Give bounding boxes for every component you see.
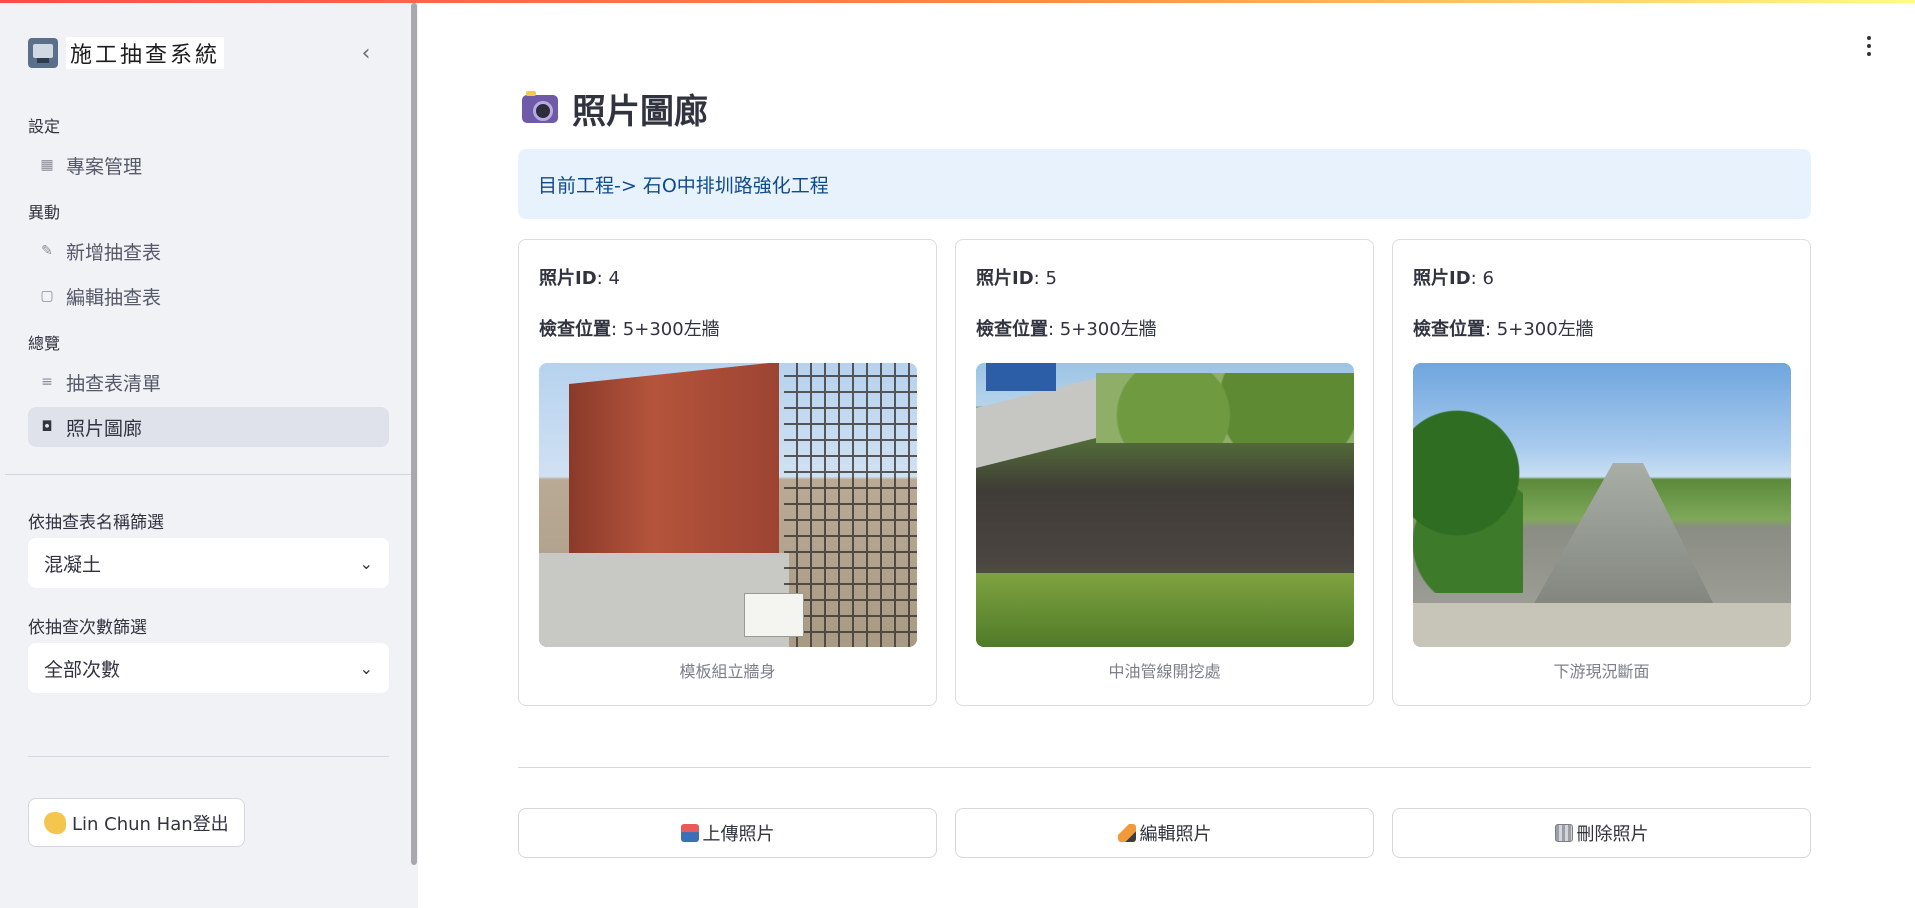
- app-title: 施工抽查系統: [66, 37, 225, 69]
- photo-id-value: 5: [1045, 268, 1057, 289]
- filter-name-label: 依抽查表名稱篩選: [28, 513, 164, 533]
- location-value: 5+300左牆: [1059, 319, 1157, 340]
- inbox-tray-icon: [680, 824, 699, 842]
- delete-photo-label: 刪除照片: [1576, 824, 1649, 845]
- chevron-down-icon: ⌄: [359, 658, 373, 678]
- edit-photo-button[interactable]: 編輯照片: [955, 808, 1374, 858]
- photo-id-label: 照片ID: [539, 268, 597, 289]
- photo-id-label: 照片ID: [976, 268, 1034, 289]
- pencil-icon: ✎: [41, 243, 53, 259]
- photo-caption: 中油管線開挖處: [1108, 662, 1221, 681]
- list-icon: ≡: [41, 374, 53, 390]
- upload-photo-label: 上傳照片: [702, 824, 775, 845]
- location-value: 5+300左牆: [622, 319, 720, 340]
- filter-name-select[interactable]: 混凝土 ⌄: [28, 538, 389, 588]
- sidebar-scrollbar[interactable]: [411, 3, 417, 865]
- sidebar-item-edit-checklist[interactable]: ▢ 編輯抽查表: [28, 276, 389, 316]
- building-icon: ▦: [40, 157, 54, 173]
- delete-photo-button[interactable]: 刪除照片: [1392, 808, 1811, 858]
- photo-id-label: 照片ID: [1413, 268, 1471, 289]
- sidebar-divider-bottom: [28, 756, 389, 757]
- sidebar-divider: [5, 474, 411, 475]
- photo-id-value: 4: [608, 268, 620, 289]
- photo-card: 照片ID: 4 檢查位置: 5+300左牆 模板組立牆身: [518, 239, 937, 706]
- chevron-down-icon: ⌄: [359, 553, 373, 573]
- photo-id-line: 照片ID: 4: [539, 268, 620, 289]
- photo-id-line: 照片ID: 6: [1413, 268, 1494, 289]
- section-overview: 總覽: [28, 334, 61, 353]
- pencil-icon: [1117, 824, 1136, 842]
- image-icon: ◘: [41, 419, 53, 435]
- photo-image[interactable]: [976, 363, 1354, 647]
- photo-id-value: 6: [1482, 268, 1494, 289]
- location-value: 5+300左牆: [1496, 319, 1594, 340]
- sidebar-item-checklist-list[interactable]: ≡ 抽查表清單: [28, 362, 389, 402]
- photo-card: 照片ID: 5 檢查位置: 5+300左牆 中油管線開挖處: [955, 239, 1374, 706]
- sidebar-item-add-checklist[interactable]: ✎ 新增抽查表: [28, 231, 389, 271]
- camera-icon: [522, 90, 558, 123]
- location-label: 檢查位置: [976, 319, 1048, 340]
- filter-name-value: 混凝土: [44, 553, 102, 576]
- photo-caption: 模板組立牆身: [679, 662, 776, 681]
- photo-location-line: 檢查位置: 5+300左牆: [1413, 319, 1594, 340]
- logout-label: Lin Chun Han登出: [72, 813, 229, 835]
- photo-id-line: 照片ID: 5: [976, 268, 1057, 289]
- app-header: 施工抽查系統: [28, 35, 225, 71]
- more-menu-icon[interactable]: [1864, 36, 1874, 56]
- sidebar-item-label: 編輯抽查表: [66, 286, 162, 309]
- sidebar-item-photo-gallery[interactable]: ◘ 照片圖廊: [28, 407, 389, 447]
- sidebar-item-label: 照片圖廊: [66, 417, 143, 440]
- file-edit-icon: ▢: [40, 288, 54, 304]
- photo-card: 照片ID: 6 檢查位置: 5+300左牆 下游現況斷面: [1392, 239, 1811, 706]
- current-project-info: 目前工程-> 石O中排圳路強化工程: [518, 149, 1811, 219]
- photo-image[interactable]: [539, 363, 917, 647]
- photo-image[interactable]: [1413, 363, 1791, 647]
- location-label: 檢查位置: [539, 319, 611, 340]
- sidebar-item-label: 專案管理: [66, 155, 143, 178]
- sidebar: 施工抽查系統 ‹ 設定 ▦ 專案管理 異動 ✎ 新增抽查表 ▢ 編輯抽查表 總覽…: [0, 3, 418, 908]
- section-settings: 設定: [28, 117, 61, 136]
- photo-location-line: 檢查位置: 5+300左牆: [539, 319, 720, 340]
- sidebar-item-label: 抽查表清單: [66, 372, 162, 395]
- filter-count-select[interactable]: 全部次數 ⌄: [28, 643, 389, 693]
- wastebasket-icon: [1554, 824, 1573, 842]
- waving-hand-icon: [44, 811, 66, 834]
- content-divider: [518, 767, 1811, 768]
- location-label: 檢查位置: [1413, 319, 1485, 340]
- filter-count-value: 全部次數: [44, 658, 121, 681]
- upload-photo-button[interactable]: 上傳照片: [518, 808, 937, 858]
- app-logo-icon: [28, 38, 58, 68]
- edit-photo-label: 編輯照片: [1139, 824, 1212, 845]
- photo-caption: 下游現況斷面: [1553, 662, 1650, 681]
- logout-button[interactable]: Lin Chun Han登出: [28, 798, 245, 847]
- sidebar-item-project-management[interactable]: ▦ 專案管理: [28, 145, 389, 185]
- photo-location-line: 檢查位置: 5+300左牆: [976, 319, 1157, 340]
- chevron-left-icon[interactable]: ‹: [354, 41, 378, 66]
- page-title-text: 照片圖廊: [572, 92, 708, 132]
- filter-count-label: 依抽查次數篩選: [28, 618, 147, 638]
- sidebar-item-label: 新增抽查表: [66, 241, 162, 264]
- section-actions: 異動: [28, 203, 61, 222]
- page-title: 照片圖廊: [522, 84, 708, 133]
